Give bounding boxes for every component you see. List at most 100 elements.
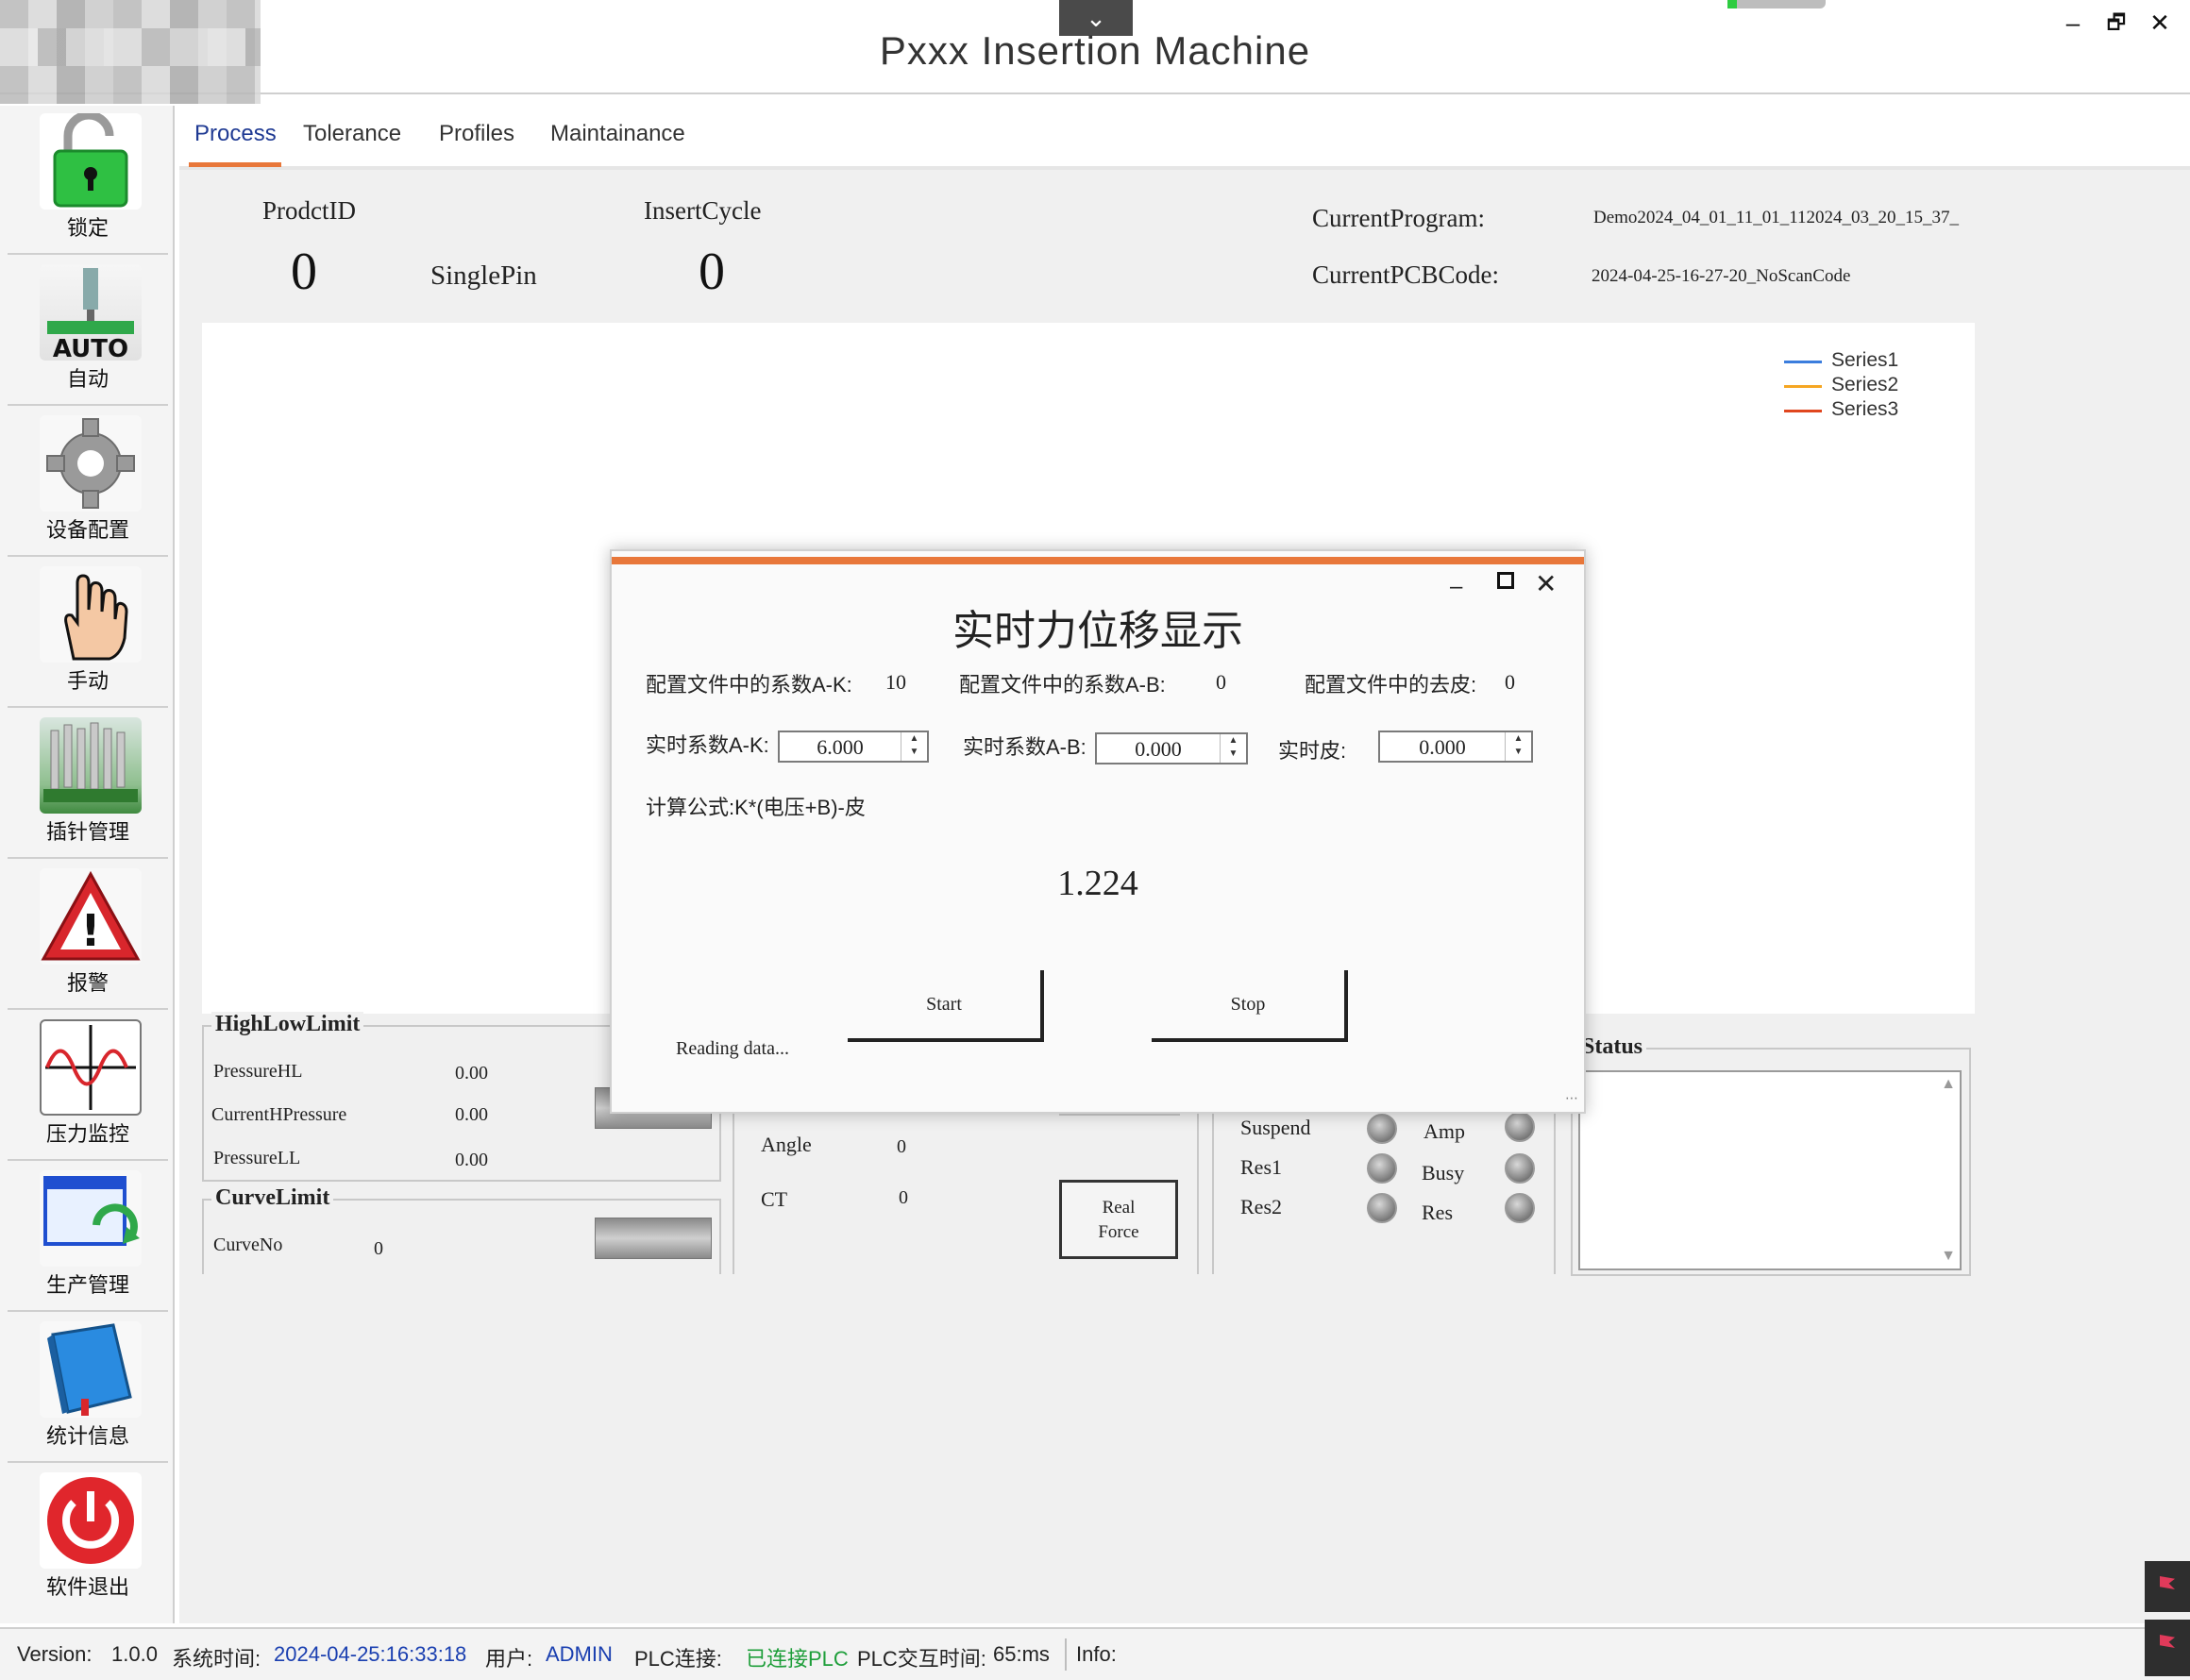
curve-limit-indicator-button[interactable] — [595, 1218, 712, 1259]
product-id-value: 0 — [291, 243, 317, 301]
cfg-ab-value: 0 — [1216, 670, 1226, 694]
signal-res1-led — [1367, 1153, 1397, 1184]
scroll-down-arrow[interactable]: ▼ — [1941, 1248, 1956, 1265]
scroll-up-arrow[interactable]: ▲ — [1941, 1076, 1956, 1093]
rt-ak-spinner[interactable]: 6.000 ▲ ▼ — [778, 731, 929, 763]
rt-ak-spin-arrows[interactable]: ▲ ▼ — [901, 732, 927, 761]
sidebar-item-label: 插针管理 — [45, 820, 129, 844]
stop-button[interactable]: Stop — [1152, 970, 1348, 1042]
auto-badge: AUTO — [53, 335, 128, 361]
real-force-button[interactable]: Real Force — [1059, 1180, 1178, 1259]
sidebar-item-label: 设备配置 — [45, 518, 129, 542]
insert-cycle-value: 0 — [699, 243, 725, 301]
sidebar-item-lock[interactable]: 锁定 — [8, 106, 168, 255]
close-button[interactable]: ✕ — [2139, 4, 2181, 42]
status-log[interactable]: ▲ ▼ — [1578, 1070, 1962, 1270]
sidebar-item-pin-management[interactable]: 插针管理 — [8, 710, 168, 859]
rt-ak-value: 6.000 — [817, 735, 864, 759]
signal-suspend-label: Suspend — [1240, 1116, 1311, 1139]
start-button[interactable]: Start — [848, 970, 1044, 1042]
sidebar-item-label: 统计信息 — [45, 1424, 129, 1448]
flag-icon[interactable] — [2145, 1561, 2190, 1612]
sidebar-item-pressure-monitor[interactable]: 压力监控 — [8, 1012, 168, 1161]
signal-res-led — [1505, 1193, 1535, 1223]
dialog-title: 实时力位移显示 — [952, 608, 1243, 654]
lock-icon — [40, 110, 142, 210]
auto-icon: AUTO — [40, 264, 142, 363]
sidebar-item-label: 压力监控 — [45, 1122, 129, 1146]
plc-time-label: PLC交互时间: — [857, 1647, 986, 1671]
sidebar-item-manual[interactable]: 手动 — [8, 559, 168, 708]
sidebar-item-exit[interactable]: 软件退出 — [8, 1465, 168, 1614]
signal-res-label: Res — [1422, 1201, 1453, 1224]
signal-res1-label: Res1 — [1240, 1155, 1282, 1179]
legend-label: Series1 — [1831, 349, 1899, 371]
refresh-window-icon — [40, 1170, 142, 1267]
minimize-button[interactable]: – — [2052, 4, 2094, 42]
tab-bar: Process Tolerance Profiles Maintainance — [179, 106, 2190, 170]
angle-value: 0 — [897, 1136, 906, 1157]
current-pcb-value: 2024-04-25-16-27-20_NoScanCode — [1592, 266, 1851, 286]
rt-ab-label: 实时系数A-B: — [963, 735, 1087, 759]
current-h-pressure-label: CurrentHPressure — [211, 1104, 347, 1125]
dialog-accent-bar — [612, 557, 1584, 564]
system-time-label: 系统时间: — [172, 1647, 261, 1671]
real-force-line1: Real — [1102, 1198, 1136, 1218]
real-force-line2: Force — [1098, 1222, 1139, 1242]
pressure-chart-icon — [40, 1019, 142, 1116]
sidebar-item-auto[interactable]: AUTO 自动 — [8, 257, 168, 406]
dialog-maximize-button[interactable] — [1497, 572, 1514, 589]
signal-amp-label: Amp — [1424, 1119, 1465, 1143]
sidebar-item-label: 自动 — [66, 367, 109, 391]
current-program-label: CurrentProgram: — [1312, 204, 1485, 232]
sidebar-item-device-config[interactable]: 设备配置 — [8, 408, 168, 557]
legend-swatch — [1784, 410, 1822, 412]
ct-value: 0 — [899, 1187, 908, 1208]
high-low-limit-title: HighLowLimit — [211, 1012, 364, 1037]
tab-process[interactable]: Process — [194, 121, 277, 147]
window-title: Pxxx Insertion Machine — [879, 28, 1311, 73]
cfg-ak-value: 10 — [885, 670, 906, 694]
signal-suspend-led — [1367, 1114, 1397, 1144]
restore-button[interactable]: 🗗 — [2096, 4, 2137, 42]
result-value: 1.224 — [1057, 864, 1138, 903]
tab-profiles[interactable]: Profiles — [439, 121, 514, 147]
rt-tare-spin-arrows[interactable]: ▲ ▼ — [1505, 732, 1531, 761]
rt-ab-spinner[interactable]: 0.000 ▲ ▼ — [1095, 732, 1248, 764]
sidebar: 锁定 AUTO 自动 设备配置 手动 插针管理 ! 报警 压力监控 生产管理 统… — [0, 106, 175, 1623]
sidebar-item-alarm[interactable]: ! 报警 — [8, 861, 168, 1010]
connection-indicator — [1727, 0, 1826, 8]
rt-ab-spin-arrows[interactable]: ▲ ▼ — [1220, 734, 1246, 763]
sidebar-item-statistics[interactable]: 统计信息 — [8, 1314, 168, 1463]
curve-no-label: CurveNo — [213, 1235, 283, 1255]
rt-tare-spinner[interactable]: 0.000 ▲ ▼ — [1378, 731, 1533, 763]
pressure-hl-label: PressureHL — [213, 1061, 303, 1082]
user-value: ADMIN — [546, 1642, 613, 1666]
current-h-pressure-value: 0.00 — [455, 1104, 488, 1125]
pressure-hl-value: 0.00 — [455, 1063, 488, 1084]
signal-res2-label: Res2 — [1240, 1195, 1282, 1218]
signal-res2-led — [1367, 1193, 1397, 1223]
pressure-ll-value: 0.00 — [455, 1150, 488, 1170]
tab-tolerance[interactable]: Tolerance — [303, 121, 401, 147]
mode-label: SinglePin — [430, 260, 537, 291]
insert-cycle-label: InsertCycle — [644, 196, 762, 225]
tab-maintainance[interactable]: Maintainance — [550, 121, 685, 147]
dialog-close-button[interactable]: ✕ — [1535, 568, 1557, 599]
pins-icon — [40, 717, 142, 814]
book-icon — [40, 1321, 142, 1418]
cfg-tare-label: 配置文件中的去皮: — [1305, 673, 1477, 697]
sidebar-item-label: 手动 — [66, 669, 109, 693]
warning-icon: ! — [40, 868, 142, 965]
flag-icon[interactable] — [2145, 1620, 2190, 1676]
legend-label: Series3 — [1831, 398, 1899, 420]
signal-amp-led — [1505, 1112, 1535, 1142]
curve-no-value: 0 — [374, 1238, 383, 1259]
status-divider — [1065, 1638, 1067, 1671]
sidebar-item-production[interactable]: 生产管理 — [8, 1163, 168, 1312]
resize-grip[interactable]: ⋯ — [1565, 1090, 1578, 1106]
cfg-ab-label: 配置文件中的系数A-B: — [959, 673, 1166, 697]
system-time-value: 2024-04-25:16:33:18 — [274, 1642, 467, 1666]
signal-busy-label: Busy — [1422, 1161, 1465, 1184]
plc-status: 已连接PLC — [746, 1647, 849, 1671]
